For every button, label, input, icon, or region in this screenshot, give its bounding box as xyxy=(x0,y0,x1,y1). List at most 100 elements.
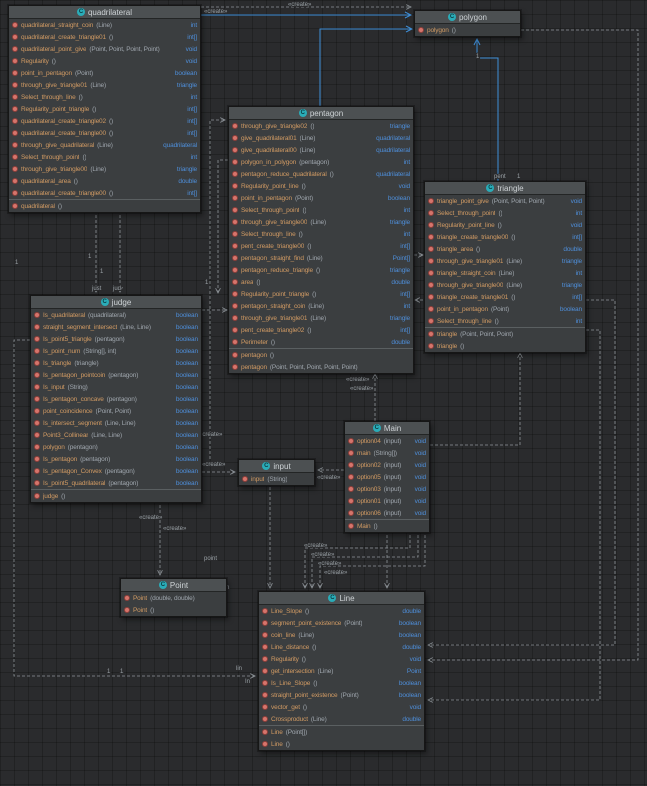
method-row[interactable]: Select_through_line() int xyxy=(229,228,413,240)
method-row[interactable]: straight_point_existence (Point) boolean xyxy=(259,689,424,701)
constructor-row[interactable]: triangle (Point, Point, Point) xyxy=(425,328,585,340)
method-row[interactable]: Perimeter() double xyxy=(229,336,413,348)
method-row[interactable]: triangle_straight_coin (Line) int xyxy=(425,267,585,279)
method-row[interactable]: point_in_pentagon (Point) boolean xyxy=(9,67,200,79)
constructor-row[interactable]: quadrilateral() xyxy=(9,200,200,212)
method-row[interactable]: pent_create_triangle02() int[] xyxy=(229,324,413,336)
class-box-Main[interactable]: C Main option04 (input) void main (String[]) vo… xyxy=(344,421,430,533)
method-row[interactable]: Is_point5_triangle (pentagon) boolean xyxy=(31,333,201,345)
method-row[interactable]: pentagon_reduce_triangle() triangle xyxy=(229,264,413,276)
class-header-judge[interactable]: Cjudge xyxy=(31,296,201,309)
method-row[interactable]: polygon (pentagon) boolean xyxy=(31,441,201,453)
method-row[interactable]: option05 (input) void xyxy=(345,471,429,483)
method-row[interactable]: segment_point_existence (Point) boolean xyxy=(259,617,424,629)
method-row[interactable]: polygon_in_polygon (pentagon) int xyxy=(229,156,413,168)
method-row[interactable]: Select_through_line() int xyxy=(9,91,200,103)
method-row[interactable]: Is_pentagon_Convex (pentagon) boolean xyxy=(31,465,201,477)
method-row[interactable]: pent_create_triangle00() int[] xyxy=(229,240,413,252)
uml-diagram-canvas[interactable]: «create» «create» 1 1 1 1 1 just jud pent 1 «create… xyxy=(0,0,647,786)
method-row[interactable]: through_give_triangle00 (Line) triangle xyxy=(9,163,200,175)
constructor-row[interactable]: input (String) xyxy=(239,473,314,485)
method-row[interactable]: Regularity_point_line() void xyxy=(425,219,585,231)
method-row[interactable]: through_give_triangle00 (Line) triangle xyxy=(425,279,585,291)
class-header-triangle[interactable]: Ctriangle xyxy=(425,182,585,195)
method-row[interactable]: pentagon_straight_coin (Line) int xyxy=(229,300,413,312)
class-header-quadrilateral[interactable]: Cquadrilateral xyxy=(9,6,200,19)
method-row[interactable]: Is_point5_quadrilateral (pentagon) boolean xyxy=(31,477,201,489)
constructor-row[interactable]: polygon() xyxy=(415,24,520,36)
method-row[interactable]: quadrilateral_point_give (Point, Point, P… xyxy=(9,43,200,55)
method-row[interactable]: Is_Line_Slope() boolean xyxy=(259,677,424,689)
method-row[interactable]: quadrilateral_create_triangle00() int[] xyxy=(9,187,200,199)
method-row[interactable]: through_give_quadrilateral (Line) quadrila… xyxy=(9,139,200,151)
method-row[interactable]: option01 (input) void xyxy=(345,495,429,507)
method-row[interactable]: through_give_triangle02() triangle xyxy=(229,120,413,132)
method-row[interactable]: quadrilateral_create_triangle02() int[] xyxy=(9,115,200,127)
constructor-row[interactable]: pentagon() xyxy=(229,349,413,361)
class-header-Line[interactable]: C Line xyxy=(259,592,424,605)
method-row[interactable]: point_in_pentagon (Point) boolean xyxy=(229,192,413,204)
method-row[interactable]: through_give_triangle01 (Line) triangle xyxy=(229,312,413,324)
class-header-Point[interactable]: C Point xyxy=(121,579,226,592)
method-row[interactable]: Is_quadrilateral (quadrilateral) boolean xyxy=(31,309,201,321)
method-row[interactable]: straight_segment_intersect (Line, Line) bo… xyxy=(31,321,201,333)
method-row[interactable]: point_in_pentagon (Point) boolean xyxy=(425,303,585,315)
method-row[interactable]: Is_pentagon_pointcoin (pentagon) boolean xyxy=(31,369,201,381)
constructor-row[interactable]: Main() xyxy=(345,520,429,532)
method-row[interactable]: Regularity() void xyxy=(259,653,424,665)
method-row[interactable]: area() double xyxy=(229,276,413,288)
class-box-triangle[interactable]: Ctriangle triangle_point_give (Point, Poin… xyxy=(424,181,586,353)
method-row[interactable]: quadrilateral_create_triangle00() int[] xyxy=(9,127,200,139)
method-row[interactable]: pentagon_reduce_quadrilateral() quadrilat… xyxy=(229,168,413,180)
constructor-row[interactable]: triangle() xyxy=(425,340,585,352)
method-row[interactable]: triangle_point_give (Point, Point, Point)… xyxy=(425,195,585,207)
method-row[interactable]: Line_Slope() double xyxy=(259,605,424,617)
method-row[interactable]: Is_pentagon_concave (pentagon) boolean xyxy=(31,393,201,405)
class-box-quadrilateral[interactable]: Cquadrilateral quadrilateral_straight_coi… xyxy=(8,5,201,213)
method-row[interactable]: option06 (input) void xyxy=(345,507,429,519)
method-row[interactable]: coin_line (Line) boolean xyxy=(259,629,424,641)
class-header-input[interactable]: Cinput xyxy=(239,460,314,473)
method-row[interactable]: vector_get() void xyxy=(259,701,424,713)
method-row[interactable]: main (String[]) void xyxy=(345,447,429,459)
method-row[interactable]: option02 (input) void xyxy=(345,459,429,471)
method-row[interactable]: Is_pentagon (pentagon) boolean xyxy=(31,453,201,465)
method-row[interactable]: Is_triangle (triangle) boolean xyxy=(31,357,201,369)
method-row[interactable]: through_give_triangle00 (Line) triangle xyxy=(229,216,413,228)
method-row[interactable]: triangle_create_triangle01() int[] xyxy=(425,291,585,303)
constructor-row[interactable]: Point (double, double) xyxy=(121,592,226,604)
method-row[interactable]: get_intersection (Line) Point xyxy=(259,665,424,677)
method-row[interactable]: give_quadrilateral01 (Line) quadrilateral xyxy=(229,132,413,144)
constructor-row[interactable]: Point() xyxy=(121,604,226,616)
constructor-row[interactable]: Line (Point[]) xyxy=(259,726,424,738)
method-row[interactable]: triangle_create_triangle00() int[] xyxy=(425,231,585,243)
method-row[interactable]: Regularity_point_line() void xyxy=(229,180,413,192)
class-header-polygon[interactable]: Cpolygon xyxy=(415,11,520,24)
method-row[interactable]: pentagon_straight_find (Line) Point[] xyxy=(229,252,413,264)
constructor-row[interactable]: judge() xyxy=(31,490,201,502)
method-row[interactable]: Regularity_point_triangle() int[] xyxy=(229,288,413,300)
method-row[interactable]: point_coincidence (Point, Point) boolean xyxy=(31,405,201,417)
class-box-input[interactable]: Cinput input (String) xyxy=(238,459,315,486)
method-row[interactable]: Point3_Collinear (Line, Line) boolean xyxy=(31,429,201,441)
class-box-pentagon[interactable]: Cpentagon through_give_triangle02() triang… xyxy=(228,106,414,374)
class-box-Point[interactable]: C Point Point (double, double) Point() xyxy=(120,578,227,617)
class-box-polygon[interactable]: Cpolygon polygon() xyxy=(414,10,521,37)
method-row[interactable]: Select_through_point() int xyxy=(9,151,200,163)
method-row[interactable]: Crossproduct (Line) double xyxy=(259,713,424,725)
constructor-row[interactable]: Line() xyxy=(259,738,424,750)
method-row[interactable]: quadrilateral_area() double xyxy=(9,175,200,187)
method-row[interactable]: Is_point_num (String[], int) boolean xyxy=(31,345,201,357)
method-row[interactable]: Regularity_point_triangle() int[] xyxy=(9,103,200,115)
method-row[interactable]: quadrilateral_straight_coin (Line) int xyxy=(9,19,200,31)
method-row[interactable]: Line_distance() double xyxy=(259,641,424,653)
method-row[interactable]: give_quadrilateral00 (Line) quadrilateral xyxy=(229,144,413,156)
class-box-Line[interactable]: C Line Line_Slope() double segment_point_exi… xyxy=(258,591,425,751)
method-row[interactable]: Select_through_point() int xyxy=(425,207,585,219)
method-row[interactable]: option03 (input) void xyxy=(345,483,429,495)
class-box-judge[interactable]: Cjudge Is_quadrilateral (quadrilateral) boo… xyxy=(30,295,202,503)
constructor-row[interactable]: pentagon (Point, Point, Point, Point, Poi… xyxy=(229,361,413,373)
method-row[interactable]: Is_input (String) boolean xyxy=(31,381,201,393)
method-row[interactable]: Is_intersect_segment (Line, Line) boolean xyxy=(31,417,201,429)
method-row[interactable]: Select_through_point() int xyxy=(229,204,413,216)
